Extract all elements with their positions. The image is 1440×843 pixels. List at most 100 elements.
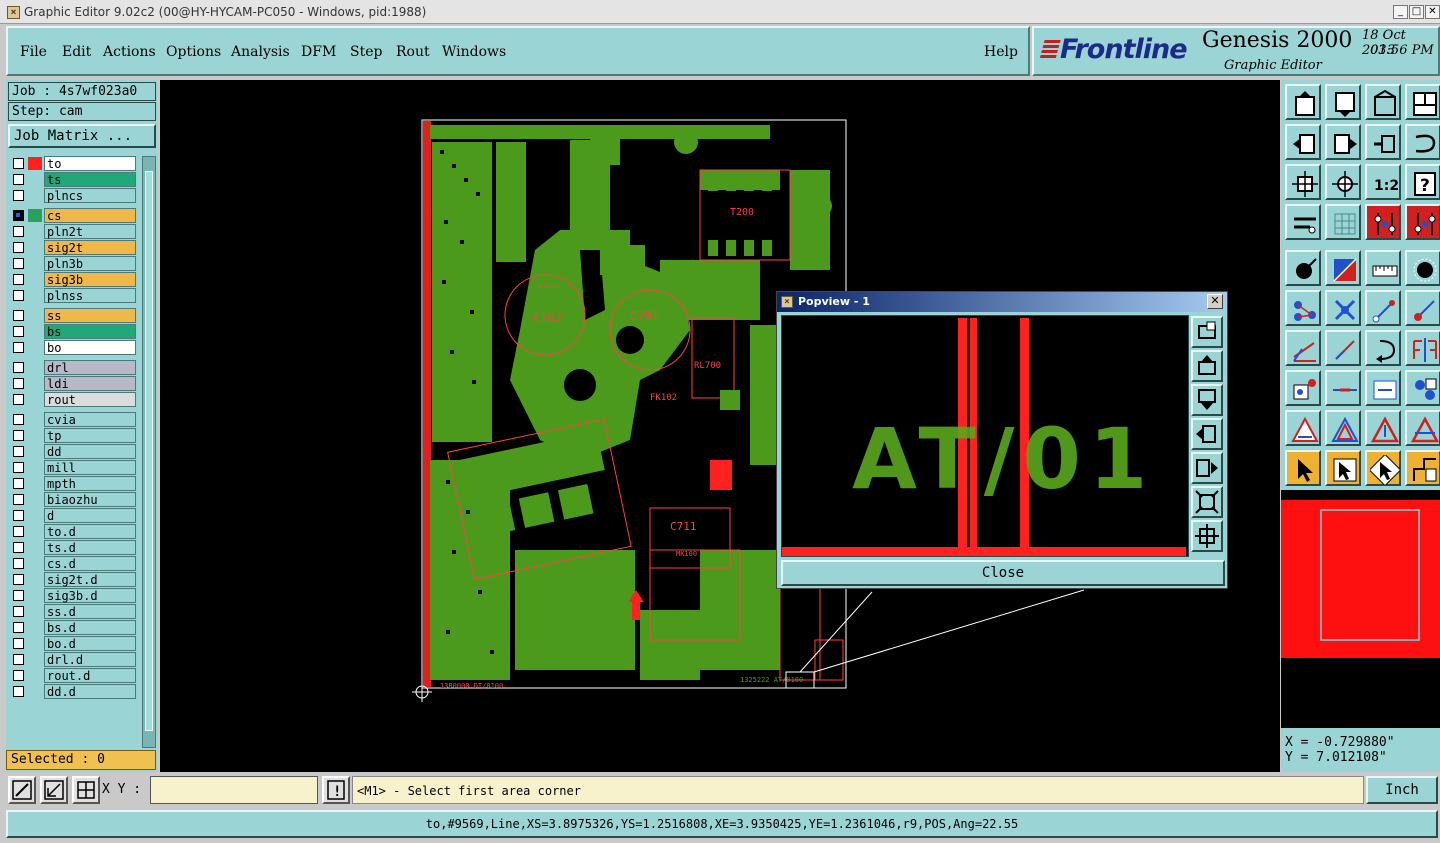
layer-name[interactable]: bo [44, 340, 136, 355]
layer-color-swatch[interactable] [28, 241, 42, 254]
layer-color-swatch[interactable] [28, 653, 42, 666]
layer-color-swatch[interactable] [28, 413, 42, 426]
layer-color-swatch[interactable] [28, 589, 42, 602]
popview-pan-icon[interactable] [1191, 520, 1223, 552]
undo-icon[interactable] [1365, 124, 1401, 160]
open-icon[interactable] [1325, 84, 1361, 120]
layer-color-swatch[interactable] [28, 573, 42, 586]
layer-checkbox[interactable] [13, 606, 24, 617]
close-window-button[interactable]: ✕ [1425, 5, 1440, 19]
layer-row[interactable]: to.d [10, 524, 138, 539]
layer-checkbox[interactable] [13, 174, 24, 185]
layer-row[interactable]: rout [10, 392, 138, 407]
layer-color-swatch[interactable] [28, 225, 42, 238]
point-icon[interactable] [1285, 250, 1321, 286]
unit-button[interactable]: Inch [1366, 776, 1438, 804]
cut-icon[interactable] [1325, 370, 1361, 406]
layer-checkbox[interactable] [13, 574, 24, 585]
tools-icon[interactable] [1285, 204, 1321, 240]
shape-up-icon[interactable] [1365, 410, 1401, 446]
layer-row[interactable]: plnss [10, 288, 138, 303]
layer-checkbox[interactable] [13, 478, 24, 489]
ruler-icon[interactable] [1365, 250, 1401, 286]
layer-color-swatch[interactable] [28, 429, 42, 442]
menu-windows[interactable]: Windows [442, 44, 506, 60]
layer-name[interactable]: cs [44, 208, 136, 223]
layer-name[interactable]: cvia [44, 412, 136, 427]
layer-name[interactable]: mill [44, 460, 136, 475]
layer-name[interactable]: bs.d [44, 620, 136, 635]
menu-edit[interactable]: Edit [62, 44, 91, 60]
job-matrix-button[interactable]: Job Matrix ... [8, 124, 156, 148]
left-icon[interactable] [1285, 124, 1321, 160]
layer-checkbox[interactable] [13, 446, 24, 457]
layer-checkbox[interactable] [13, 378, 24, 389]
measure-icon[interactable] [1405, 204, 1440, 240]
layer-row[interactable]: sig3b.d [10, 588, 138, 603]
layer-checkbox[interactable] [13, 258, 24, 269]
layer-color-swatch[interactable] [28, 445, 42, 458]
grid-icon[interactable] [1325, 204, 1361, 240]
scrollbar-thumb[interactable] [145, 171, 153, 731]
zoom-diag-icon[interactable] [40, 776, 68, 804]
triangle-icon[interactable] [1285, 410, 1321, 446]
layer-checkbox[interactable] [13, 462, 24, 473]
cursor-rot-icon[interactable] [1365, 450, 1401, 486]
zoom-area-icon[interactable] [8, 776, 36, 804]
menu-step[interactable]: Step [350, 44, 382, 60]
layer-name[interactable]: cs.d [44, 556, 136, 571]
layer-color-swatch[interactable] [28, 637, 42, 650]
layer-checkbox[interactable] [13, 310, 24, 321]
layer-color-swatch[interactable] [28, 509, 42, 522]
layer-checkbox[interactable] [13, 526, 24, 537]
layer-color-swatch[interactable] [28, 189, 42, 202]
layer-name[interactable]: ldi [44, 376, 136, 391]
layer-icon[interactable] [1365, 84, 1401, 120]
layer-row[interactable]: bs.d [10, 620, 138, 635]
layer-name[interactable]: biaozhu [44, 492, 136, 507]
layer-checkbox[interactable] [13, 226, 24, 237]
layer-row[interactable]: sig3b [10, 272, 138, 287]
layer-checkbox[interactable] [13, 362, 24, 373]
popview-fit-icon[interactable] [1191, 486, 1223, 518]
popview-right-icon[interactable] [1191, 452, 1223, 484]
popview-canvas[interactable]: AT/01 [781, 315, 1189, 557]
layer-name[interactable]: dd.d [44, 684, 136, 699]
layer-row[interactable]: bo [10, 340, 138, 355]
layer-row[interactable]: dd [10, 444, 138, 459]
layer-name[interactable]: sig2t.d [44, 572, 136, 587]
popview-titlebar[interactable]: ⨯ Popview - 1 ✕ [777, 292, 1227, 312]
layer-row[interactable]: rout.d [10, 668, 138, 683]
layer-color-swatch[interactable] [28, 377, 42, 390]
layer-name[interactable]: to [44, 156, 136, 171]
layer-checkbox[interactable] [13, 654, 24, 665]
layer-row[interactable]: pln2t [10, 224, 138, 239]
minimize-button[interactable]: _ [1393, 5, 1408, 19]
popview-close-icon[interactable]: ✕ [1207, 294, 1223, 309]
zoom-fit-icon[interactable] [1285, 164, 1321, 200]
resize-icon[interactable] [1365, 370, 1401, 406]
layer-color-swatch[interactable] [28, 173, 42, 186]
layer-name[interactable]: rout.d [44, 668, 136, 683]
layer-row[interactable]: sig2t.d [10, 572, 138, 587]
layer-row[interactable]: pln3b [10, 256, 138, 271]
layer-checkbox[interactable] [13, 494, 24, 505]
layer-color-swatch[interactable] [28, 325, 42, 338]
layer-name[interactable]: pln2t [44, 224, 136, 239]
menu-help[interactable]: Help [984, 44, 1018, 60]
layer-color-swatch[interactable] [28, 257, 42, 270]
cross-icon[interactable] [1325, 290, 1361, 326]
layer-color-swatch[interactable] [28, 309, 42, 322]
popview-down-icon[interactable] [1191, 384, 1223, 416]
layer-row[interactable]: plncs [10, 188, 138, 203]
cursor-box-icon[interactable] [1325, 450, 1361, 486]
layer-row[interactable]: tp [10, 428, 138, 443]
vector-icon[interactable] [1365, 290, 1401, 326]
pan-icon[interactable] [1325, 164, 1361, 200]
layer-row[interactable]: sig2t [10, 240, 138, 255]
layer-checkbox[interactable] [13, 342, 24, 353]
layer-checkbox[interactable] [13, 558, 24, 569]
layer-row[interactable]: cs.d [10, 556, 138, 571]
mirror-icon[interactable] [1405, 330, 1440, 366]
route-icon[interactable] [1405, 450, 1440, 486]
